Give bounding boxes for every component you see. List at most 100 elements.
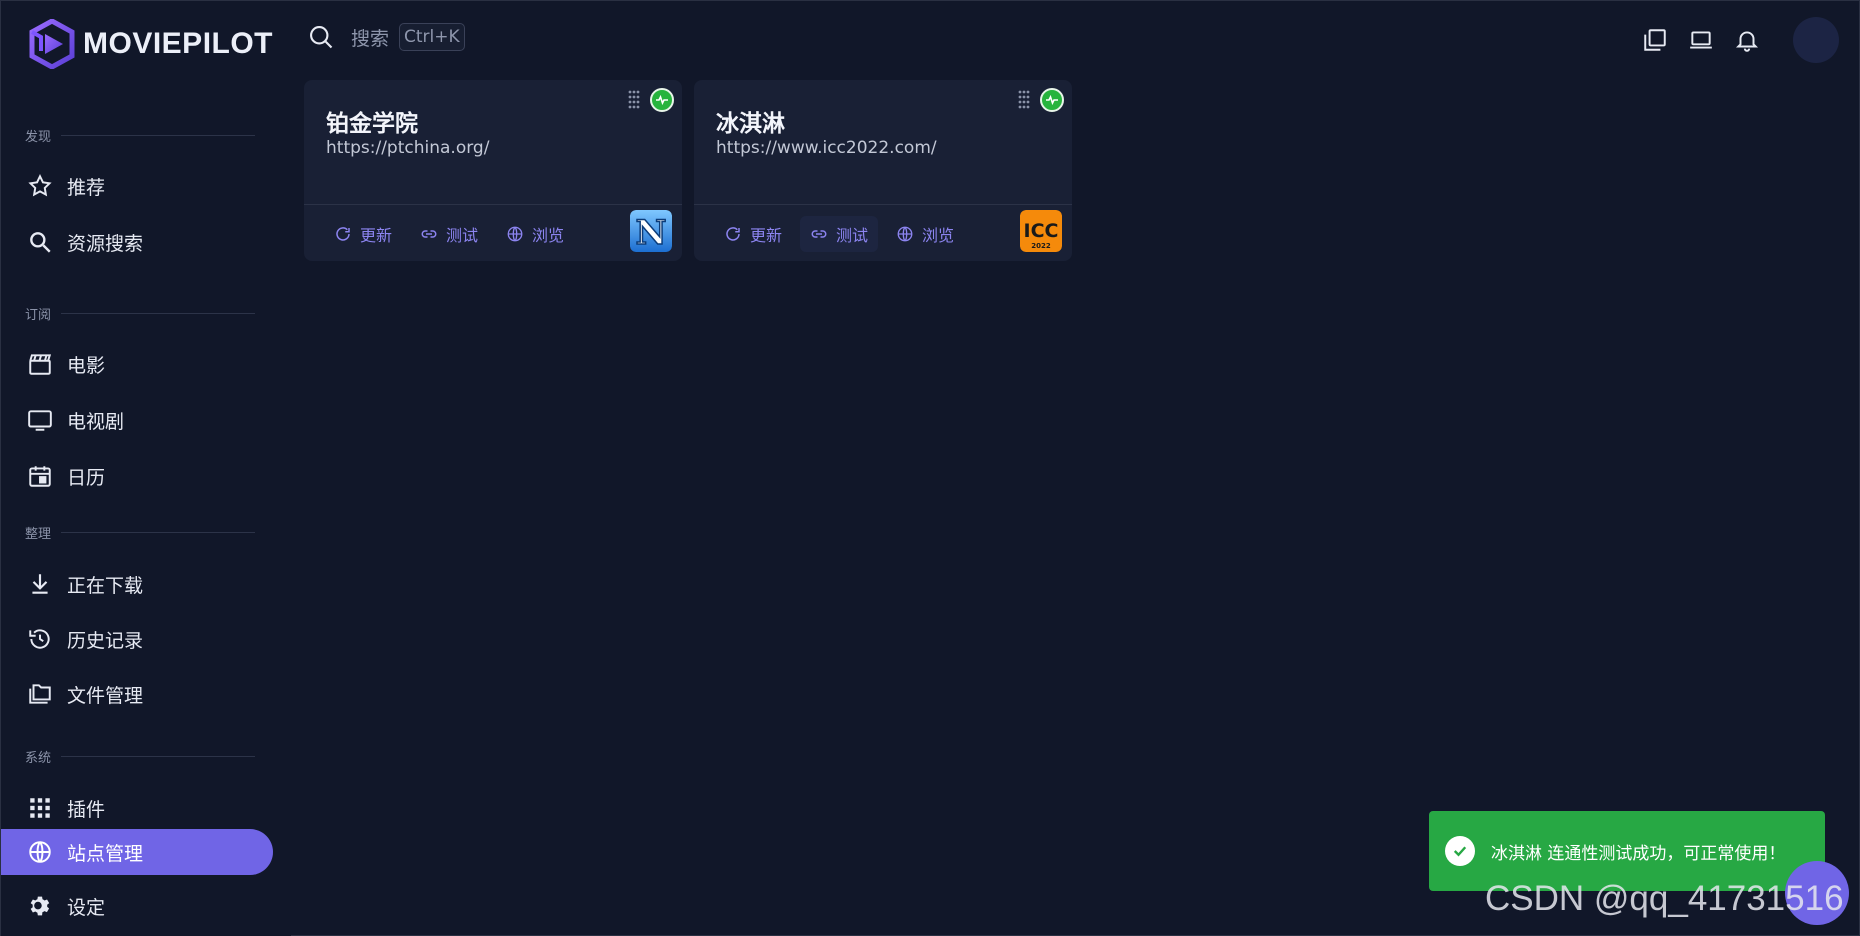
site-logo-year: 2022 [1031, 242, 1051, 250]
tv-icon [28, 410, 52, 431]
app-name: MOVIEPILOT [83, 27, 274, 60]
status-badge [1040, 88, 1064, 112]
top-actions [1641, 17, 1839, 63]
action-label: 浏览 [532, 226, 565, 245]
action-label: 更新 [360, 226, 393, 245]
site-logo-icon: ICC 2022 [1020, 210, 1062, 252]
sidebar-item-history[interactable]: 历史记录 [1, 616, 273, 662]
refresh-icon [336, 227, 350, 241]
section-label-text: 整理 [25, 527, 52, 542]
check-icon [1445, 836, 1475, 866]
apps-grid-icon [30, 798, 50, 818]
site-card[interactable]: 铂金学院 https://ptchina.org/ 更新 测试 浏览 N [304, 80, 682, 261]
browse-button[interactable]: 浏览 [886, 216, 964, 252]
watermark: CSDN @qq_41731516 [1485, 879, 1844, 918]
search-icon [310, 26, 333, 49]
status-badge [650, 88, 674, 112]
sidebar-item-file-manager[interactable]: 文件管理 [1, 671, 273, 717]
sidebar: MOVIEPILOT 发现 推荐 资源搜索 订阅 电影 电视剧 日历 整理 正在… [1, 1, 291, 936]
pulse-icon [656, 94, 668, 106]
globe-icon [29, 841, 51, 863]
sidebar-item-label: 电视剧 [67, 410, 125, 433]
browse-button[interactable]: 浏览 [496, 216, 574, 252]
site-title: 铂金学院 [326, 111, 418, 137]
sidebar-item-tv-shows[interactable]: 电视剧 [1, 397, 273, 443]
pulse-icon [1046, 94, 1058, 106]
device-button[interactable] [1687, 26, 1715, 54]
globe-icon [507, 226, 523, 242]
laptop-icon [1690, 31, 1712, 49]
sidebar-item-resource-search[interactable]: 资源搜索 [1, 219, 273, 265]
divider [304, 204, 682, 205]
refresh-icon [726, 227, 740, 241]
action-label: 测试 [446, 226, 479, 245]
global-search[interactable]: 搜索 Ctrl+K [307, 23, 465, 51]
test-button[interactable]: 测试 [800, 216, 879, 252]
section-label-text: 订阅 [25, 308, 52, 323]
fullscreen-button[interactable] [1641, 26, 1669, 54]
action-label: 测试 [836, 226, 869, 245]
divider [694, 204, 1072, 205]
sidebar-item-movies[interactable]: 电影 [1, 341, 273, 387]
site-url[interactable]: https://www.icc2022.com/ [716, 138, 937, 158]
refresh-button[interactable]: 更新 [324, 216, 402, 252]
action-label: 更新 [750, 226, 783, 245]
card-actions: 更新 测试 浏览 [324, 216, 574, 252]
sidebar-item-recommend[interactable]: 推荐 [1, 163, 273, 209]
drag-handle-icon[interactable] [1016, 89, 1032, 111]
search-label: 搜索 [351, 27, 390, 50]
sidebar-item-plugins[interactable]: 插件 [1, 785, 273, 831]
sidebar-item-label: 插件 [67, 798, 106, 821]
user-avatar[interactable] [1793, 17, 1839, 63]
clapperboard-icon [29, 354, 52, 375]
link-icon [811, 230, 827, 238]
gear-icon [30, 896, 50, 916]
section-label-organize: 整理 [25, 523, 255, 542]
moviepilot-logo-icon [29, 19, 75, 69]
section-label-subscribe: 订阅 [25, 304, 255, 323]
search-icon [30, 232, 51, 253]
link-icon [421, 230, 437, 238]
sidebar-item-site-management[interactable]: 站点管理 [1, 829, 273, 875]
site-logo-letter: N [635, 213, 666, 252]
sidebar-item-label: 历史记录 [67, 629, 144, 652]
sidebar-item-label: 站点管理 [67, 842, 144, 865]
sidebar-item-settings[interactable]: 设定 [1, 883, 273, 929]
notifications-button[interactable] [1733, 26, 1761, 54]
site-title: 冰淇淋 [716, 111, 785, 137]
section-label-discover: 发现 [25, 126, 255, 145]
star-icon [28, 174, 52, 197]
search-shortcut: Ctrl+K [399, 23, 465, 51]
sidebar-item-label: 正在下载 [67, 574, 144, 597]
refresh-button[interactable]: 更新 [714, 216, 792, 252]
app-window: MOVIEPILOT 发现 推荐 资源搜索 订阅 电影 电视剧 日历 整理 正在… [0, 0, 1860, 936]
logo[interactable]: MOVIEPILOT [29, 19, 273, 69]
sidebar-item-downloading[interactable]: 正在下载 [1, 561, 273, 607]
action-label: 浏览 [922, 226, 955, 245]
bell-icon [1735, 31, 1759, 52]
sidebar-item-calendar[interactable]: 日历 [1, 453, 273, 499]
card-actions: 更新 测试 浏览 [714, 216, 964, 252]
section-label-text: 发现 [25, 130, 52, 145]
globe-icon [897, 226, 913, 242]
sidebar-item-label: 文件管理 [67, 684, 144, 707]
site-logo-icon: N [630, 210, 672, 252]
toast-message: 冰淇淋 连通性测试成功，可正常使用！ [1491, 843, 1786, 864]
copy-window-icon [1644, 29, 1666, 51]
sidebar-item-label: 设定 [67, 896, 106, 919]
site-card[interactable]: 冰淇淋 https://www.icc2022.com/ 更新 测试 浏览 IC… [694, 80, 1072, 261]
section-label-text: 系统 [25, 751, 52, 766]
site-url[interactable]: https://ptchina.org/ [326, 138, 489, 158]
section-label-system: 系统 [25, 747, 255, 766]
calendar-icon [29, 466, 51, 487]
sidebar-item-label: 资源搜索 [67, 232, 144, 255]
site-logo-text: ICC [1024, 220, 1059, 242]
download-icon [32, 574, 48, 594]
sidebar-item-label: 日历 [67, 466, 106, 489]
history-icon [29, 629, 50, 649]
test-button[interactable]: 测试 [410, 216, 488, 252]
sidebar-item-label: 推荐 [67, 176, 106, 199]
sidebar-item-label: 电影 [67, 354, 106, 377]
folders-icon [29, 684, 51, 704]
drag-handle-icon[interactable] [626, 89, 642, 111]
